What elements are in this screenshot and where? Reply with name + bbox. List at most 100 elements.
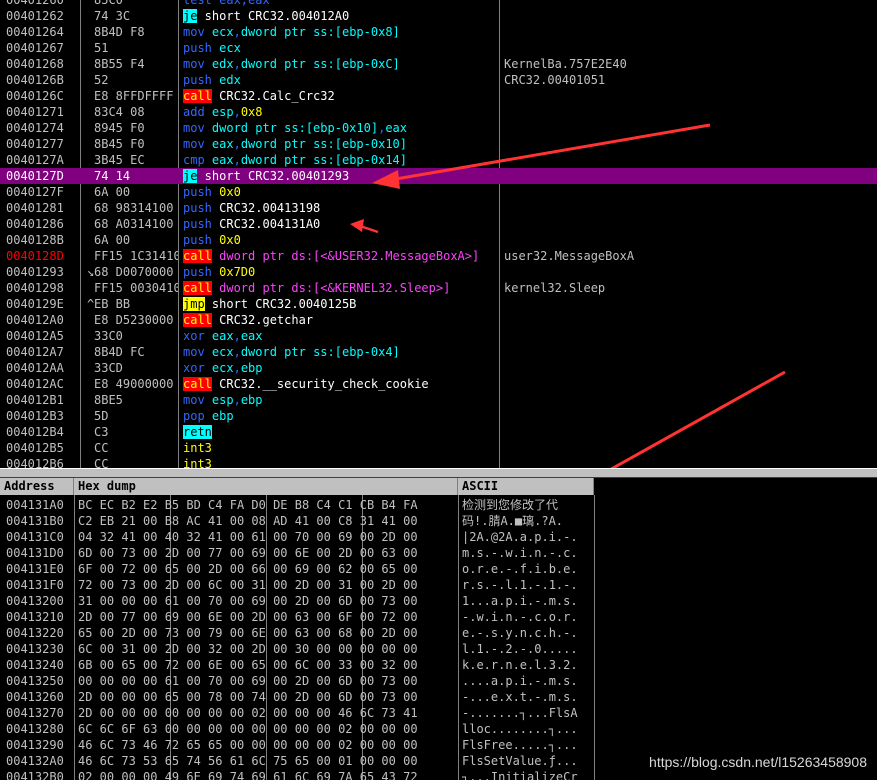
dump-bytes: 6B 00 65 00 72 00 6E 00 65 00 6C 00 33 0… (78, 658, 418, 672)
instruction-address: 0040126C (6, 89, 64, 103)
dump-ascii: r.s.-.l.1.-.1.-. (462, 578, 578, 592)
dump-row[interactable]: 00413210 2D 00 77 00 69 00 6E 00 2D 00 63… (0, 609, 594, 625)
disassembly-pane[interactable]: 00401260 85C0 test eax,eax 00401262 74 3C je … (0, 0, 877, 468)
pane-splitter[interactable] (0, 468, 877, 478)
opcode-bytes: FF15 1C314100 (94, 249, 178, 263)
opcode-bytes: E8 D5230000 (94, 313, 174, 327)
opcode-bytes: 33CD (94, 361, 123, 375)
dump-bytes: 6F 00 72 00 65 00 2D 00 66 00 69 00 62 0… (78, 562, 418, 576)
disasm-row[interactable]: 00401281 68 98314100 push CRC32.00413198 (0, 200, 877, 216)
disasm-row[interactable]: 004012A0 E8 D5230000 call CRC32.getchar (0, 312, 877, 328)
instruction-text: xor ecx,ebp (183, 361, 263, 375)
instruction-address: 00401286 (6, 217, 64, 231)
dump-address: 00413200 (6, 594, 64, 608)
disasm-row[interactable]: 004012AC E8 49000000 call CRC32.__security… (0, 376, 877, 392)
disasm-row[interactable]: 004012AA 33CD xor ecx,ebp (0, 360, 877, 376)
opcode-bytes: 51 (94, 41, 109, 55)
disasm-row[interactable]: 004012A7 8B4D FC mov ecx,dword ptr ss:[ebp… (0, 344, 877, 360)
hex-dump-column-header[interactable]: Hex dump (74, 478, 458, 495)
dump-row[interactable]: 00413220 65 00 2D 00 73 00 79 00 6E 00 63… (0, 625, 594, 641)
dump-row[interactable]: 00413270 2D 00 00 00 00 00 00 00 02 00 00… (0, 705, 594, 721)
disasm-row[interactable]: 0040128D FF15 1C314100 call dword ptr ds:[… (0, 248, 877, 264)
dump-row[interactable]: 00413280 6C 6C 6F 63 00 00 00 00 00 00 00… (0, 721, 594, 737)
instruction-address: 004012B4 (6, 425, 64, 439)
dump-row[interactable]: 004131B0 C2 EB 21 00 B8 AC 41 00 08 AD 41… (0, 513, 594, 529)
instruction-text: push ecx (183, 41, 241, 55)
address-column-header[interactable]: Address (0, 478, 74, 495)
dump-address: 00413240 (6, 658, 64, 672)
dump-row[interactable]: 004132B0 02 00 00 00 49 6E 69 74 69 61 6C… (0, 769, 594, 780)
dump-row[interactable]: 00413200 31 00 00 00 61 00 70 00 69 00 2D… (0, 593, 594, 609)
dump-row[interactable]: 00413240 6B 00 65 00 72 00 6E 00 65 00 6C… (0, 657, 594, 673)
disasm-row[interactable]: 0040126B 52 push edx CRC32.00401051 (0, 72, 877, 88)
dump-row[interactable]: 00413290 46 6C 73 46 72 65 65 00 00 00 00… (0, 737, 594, 753)
disasm-row[interactable]: 00401267 51 push ecx (0, 40, 877, 56)
dump-row[interactable]: 004131D0 6D 00 73 00 2D 00 77 00 69 00 6E… (0, 545, 594, 561)
disasm-row[interactable]: 00401298 FF15 00304100 call dword ptr ds:[… (0, 280, 877, 296)
instruction-address: 00401268 (6, 57, 64, 71)
hex-dump-pane[interactable]: Address Hex dump ASCII 004131A0 BC EC B2 … (0, 478, 877, 780)
dump-ascii: |2A.@2A.a.p.i.-. (462, 530, 578, 544)
dump-row[interactable]: 004132A0 46 6C 73 53 65 74 56 61 6C 75 65… (0, 753, 594, 769)
dump-row[interactable]: 004131E0 6F 00 72 00 65 00 2D 00 66 00 69… (0, 561, 594, 577)
instruction-text: xor eax,eax (183, 329, 263, 343)
dump-row[interactable]: 004131C0 04 32 41 00 40 32 41 00 61 00 70… (0, 529, 594, 545)
instruction-comment: kernel32.Sleep (504, 281, 606, 295)
opcode-bytes: 8945 F0 (94, 121, 145, 135)
dump-row[interactable]: 004131A0 BC EC B2 E2 B5 BD C4 FA D0 DE B8… (0, 497, 594, 513)
disasm-row[interactable]: 0040127A 3B45 EC cmp eax,dword ptr ss:[ebp… (0, 152, 877, 168)
disasm-row[interactable]: 00401274 8945 F0 mov dword ptr ss:[ebp-0x1… (0, 120, 877, 136)
opcode-bytes: CC (94, 457, 109, 468)
disasm-row[interactable]: 00401286 68 A0314100 push CRC32.004131A0 (0, 216, 877, 232)
disasm-row[interactable]: 00401268 8B55 F4 mov edx,dword ptr ss:[ebp… (0, 56, 877, 72)
dump-row[interactable]: 00413230 6C 00 31 00 2D 00 32 00 2D 00 30… (0, 641, 594, 657)
instruction-comment: KernelBa.757E2E40 (504, 57, 627, 71)
opcode-bytes: 8B4D F8 (94, 25, 145, 39)
instruction-text: mov eax,dword ptr ss:[ebp-0x10] (183, 137, 407, 151)
instruction-text: push CRC32.00413198 (183, 201, 321, 215)
instruction-address: 004012B6 (6, 457, 64, 468)
instruction-address: 0040128D (6, 249, 64, 263)
instruction-text: mov ecx,dword ptr ss:[ebp-0x4] (183, 345, 400, 359)
disasm-row[interactable]: 004012A5 33C0 xor eax,eax (0, 328, 877, 344)
opcode-bytes: 68 D0070000 (94, 265, 174, 279)
dump-bytes: BC EC B2 E2 B5 BD C4 FA D0 DE B8 C4 C1 C… (78, 498, 418, 512)
disasm-row[interactable]: 00401262 74 3C je short CRC32.004012A0 (0, 8, 877, 24)
instruction-text: int3 (183, 441, 212, 455)
instruction-address: 00401298 (6, 281, 64, 295)
instruction-text: test eax,eax (183, 0, 270, 7)
disasm-row[interactable]: 004012B4 C3 retn (0, 424, 877, 440)
dump-address: 004132B0 (6, 770, 64, 780)
dump-row[interactable]: 00413260 2D 00 00 00 65 00 78 00 74 00 2D… (0, 689, 594, 705)
ascii-column-header[interactable]: ASCII (458, 478, 594, 495)
dump-row[interactable]: 004131F0 72 00 73 00 2D 00 6C 00 31 00 2D… (0, 577, 594, 593)
opcode-bytes: 74 14 (94, 169, 131, 183)
dump-address: 00413220 (6, 626, 64, 640)
instruction-text: int3 (183, 457, 212, 468)
disasm-row[interactable]: 004012B1 8BE5 mov esp,ebp (0, 392, 877, 408)
instruction-text: call CRC32.__security_check_cookie (183, 377, 429, 391)
dump-address: 00413270 (6, 706, 64, 720)
instruction-address: 00401260 (6, 0, 64, 7)
disasm-row[interactable]: 0040127D 74 14 je short CRC32.00401293 (0, 168, 877, 184)
dump-address: 004131D0 (6, 546, 64, 560)
dump-ascii: l.1.-.2.-.0..... (462, 642, 578, 656)
disasm-row[interactable]: 004012B5 CC int3 (0, 440, 877, 456)
disasm-row[interactable]: 004012B6 CC int3 (0, 456, 877, 468)
disasm-row[interactable]: 0040129E ^ EB BB jmp short CRC32.0040125B (0, 296, 877, 312)
disasm-row[interactable]: 00401293 ↘ 68 D0070000 push 0x7D0 (0, 264, 877, 280)
instruction-address: 004012A7 (6, 345, 64, 359)
disasm-row[interactable]: 0040126C E8 8FFDFFFF call CRC32.Calc_Crc32 (0, 88, 877, 104)
dump-bytes: 6C 00 31 00 2D 00 32 00 2D 00 30 00 00 0… (78, 642, 418, 656)
disasm-row[interactable]: 0040127F 6A 00 push 0x0 (0, 184, 877, 200)
disasm-row[interactable]: 00401264 8B4D F8 mov ecx,dword ptr ss:[ebp… (0, 24, 877, 40)
dump-bytes: 2D 00 00 00 00 00 00 00 02 00 00 00 46 6… (78, 706, 418, 720)
disasm-row[interactable]: 0040128B 6A 00 push 0x0 (0, 232, 877, 248)
disasm-row[interactable]: 00401260 85C0 test eax,eax (0, 0, 877, 8)
disasm-row[interactable]: 00401271 83C4 08 add esp,0x8 (0, 104, 877, 120)
dump-row[interactable]: 00413250 00 00 00 00 61 00 70 00 69 00 2D… (0, 673, 594, 689)
instruction-address: 00401267 (6, 41, 64, 55)
disasm-row[interactable]: 00401277 8B45 F0 mov eax,dword ptr ss:[ebp… (0, 136, 877, 152)
disasm-row[interactable]: 004012B3 5D pop ebp (0, 408, 877, 424)
dump-ascii: FlsFree.....┐... (462, 738, 578, 752)
